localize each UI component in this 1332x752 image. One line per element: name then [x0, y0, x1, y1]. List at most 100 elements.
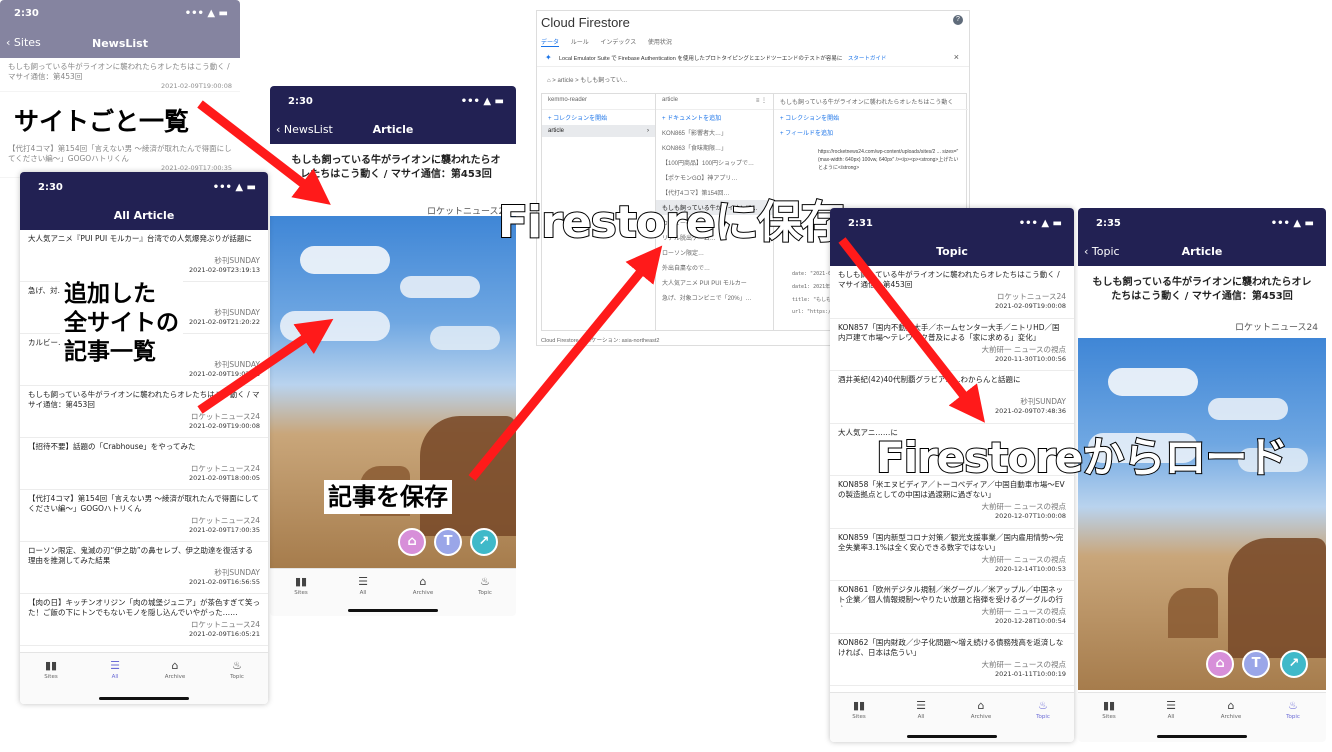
list-item[interactable]: KON862「国内財政／少子化問題〜増え続ける債務残高を返済しなければ、日本は危…: [830, 634, 1074, 686]
list-item[interactable]: ローソン限定、鬼滅の刃“伊之助”の鼻セレブ、伊之助達を復活する理由を推測してみた…: [20, 542, 268, 594]
tab-all[interactable]: ☰ All: [1146, 699, 1196, 720]
caption-firestore-save: Firestoreに保存: [497, 196, 846, 249]
document-item[interactable]: 【ポケモンGO】神アプリ…: [656, 170, 773, 185]
start-subcollection-button[interactable]: + コレクションを開始: [774, 110, 968, 125]
filter-icon[interactable]: ≡ ⋮: [756, 97, 767, 104]
item-source: 大前研一 ニュースの視点: [981, 554, 1066, 564]
nav-title: All Article: [113, 209, 175, 222]
home-indicator: [99, 697, 189, 700]
tab-archive[interactable]: ⌂ Archive: [150, 659, 200, 680]
status-icons: ••• ▲ ▬: [1018, 218, 1062, 229]
tab-label: All: [917, 714, 925, 720]
add-document-button[interactable]: + ドキュメントを追加: [656, 110, 773, 125]
text-button[interactable]: T: [434, 528, 462, 556]
list-item[interactable]: 【肉の日】キッチンオリジン「肉の城堡ジュニア」が茶色すぎて笑った！ご飯の下にトン…: [20, 594, 268, 646]
tab-indexes[interactable]: インデックス: [600, 40, 636, 46]
item-source: 大前研一 ニュースの視点: [981, 502, 1066, 511]
share-button[interactable]: ↗: [470, 528, 498, 556]
item-title: 大人気アニメ『PUI PUI モルカー』台湾での人気爆発ぶりが話題に: [28, 234, 252, 243]
item-title: もしも飼っている牛がライオンに襲われたらオレたちはこう動く / マサイ通信：第4…: [838, 270, 1060, 290]
list-item[interactable]: 酒井美紀(42)40代制覇グラビア……わからんと話題に 秒刊SUNDAY 2021-…: [830, 371, 1074, 424]
home-indicator: [348, 609, 438, 612]
tab-sites[interactable]: ▮▮ Sites: [1084, 699, 1134, 720]
tab-all[interactable]: ☰ All: [896, 699, 946, 720]
start-guide-link[interactable]: スタートガイド: [848, 56, 887, 62]
item-source: ロケットニュース24: [996, 292, 1066, 301]
location-footer: Cloud Firestore のロケーション: asia-northeast2: [541, 338, 660, 344]
list-item[interactable]: 【招待不要】話題の「Crabhouse」をやってみた ロケットニュース24 2021…: [20, 438, 268, 490]
tab-topic[interactable]: ♨ Topic: [1018, 699, 1068, 720]
books-icon: ▮▮: [294, 575, 308, 588]
collection-item-article[interactable]: article ›: [542, 125, 655, 137]
tab-label: All: [1167, 714, 1175, 720]
tab-topic[interactable]: ♨ Topic: [460, 575, 510, 596]
item-date: 2020-11-30T10:00:56: [995, 354, 1066, 363]
status-time: 2:30: [38, 182, 63, 193]
tab-label: All: [111, 674, 119, 680]
tab-rules[interactable]: ルール: [571, 40, 589, 46]
share-button[interactable]: ↗: [1280, 650, 1308, 678]
item-source: 大前研一 ニュースの視点: [981, 659, 1066, 669]
document-item[interactable]: 大人気アニメ PUI PUI モルカー: [656, 275, 773, 290]
flame-icon: ♨: [1288, 699, 1298, 712]
list-icon: ☰: [1166, 699, 1176, 712]
tab-data[interactable]: データ: [541, 40, 560, 47]
caption-line: 全サイトの: [64, 309, 179, 336]
navigation-bar: 2:30 ••• ▲ ▬ ‹ Sites NewsList: [0, 0, 240, 58]
tab-sites[interactable]: ▮▮ Sites: [276, 575, 326, 596]
document-item[interactable]: KON863「食味期限…」: [656, 140, 773, 155]
text-button[interactable]: T: [1242, 650, 1270, 678]
add-field-button[interactable]: + フィールドを追加: [774, 125, 968, 140]
document-item[interactable]: 急げ、対象コンビニで「20%」…: [656, 290, 773, 305]
list-item[interactable]: 【代打4コマ】第154回「言えない男 〜綾済が取れたんで得面にしてください編〜」…: [20, 490, 268, 542]
tab-label: Topic: [1036, 714, 1050, 720]
tab-label: Sites: [294, 590, 308, 596]
item-source: ロケットニュース24: [190, 516, 260, 525]
list-item[interactable]: 大人気アニメ『PUI PUI モルカー』台湾での人気爆発ぶりが話題に 秒刊SUND…: [20, 230, 268, 282]
item-date: 2021-02-09T16:05:21: [189, 630, 260, 639]
tab-archive[interactable]: ⌂ Archive: [398, 575, 448, 596]
tab-sites[interactable]: ▮▮ Sites: [834, 699, 884, 720]
column-header: article ≡ ⋮: [656, 94, 773, 110]
close-icon[interactable]: ×: [954, 52, 959, 62]
tab-topic[interactable]: ♨ Topic: [212, 659, 262, 680]
start-collection-button[interactable]: + コレクションを開始: [542, 110, 655, 125]
tab-usage[interactable]: 使用状況: [648, 40, 672, 46]
tab-archive[interactable]: ⌂ Archive: [956, 699, 1006, 720]
item-date: 2021-02-09T23:19:13: [189, 266, 260, 275]
chevron-right-icon: ›: [647, 128, 649, 134]
list-item[interactable]: KON859「国内新型コロナ対策／観光支援事業／国内雇用情勢〜完全失業率3.1%…: [830, 529, 1074, 581]
tab-all[interactable]: ☰ All: [90, 659, 140, 680]
list-item[interactable]: もしも飼っている牛がライオンに襲われたらオレたちはこう動く / マサイ通信：第4…: [830, 266, 1074, 319]
tab-label: Archive: [164, 674, 186, 680]
tab-archive[interactable]: ⌂ Archive: [1206, 699, 1256, 720]
column-header: kemmo-reader: [542, 94, 655, 110]
breadcrumb: ⌂ > article > もしも飼ってい...: [547, 78, 628, 84]
navigation-bar: 2:30 ••• ▲ ▬ ‹ NewsList Article: [270, 86, 516, 144]
status-time: 2:30: [14, 8, 39, 19]
list-item[interactable]: もしも飼っている牛がライオンに襲われたらオレたちはこう動く / マサイ通信：第4…: [20, 386, 268, 438]
tab-sites[interactable]: ▮▮ Sites: [26, 659, 76, 680]
item-title: 【招待不要】話題の「Crabhouse」をやってみた: [28, 442, 196, 451]
tab-topic[interactable]: ♨ Topic: [1268, 699, 1318, 720]
tray-icon: ⌂: [1227, 699, 1235, 712]
button-label: コレクションを開始: [785, 116, 840, 122]
flame-icon: ♨: [1038, 699, 1048, 712]
item-date: 2021-02-09T07:48:36: [995, 407, 1066, 416]
flame-icon: ♨: [480, 575, 490, 588]
document-item[interactable]: 【100円商品】100円ショップで…: [656, 155, 773, 170]
article-photo: [1078, 338, 1326, 690]
list-icon: ☰: [916, 699, 926, 712]
item-title: KON857「国内不動産大手／ホームセンター大手／ニトリHD／国内戸建て市場〜テ…: [838, 322, 1060, 342]
document-item[interactable]: 外出自粛なので…: [656, 260, 773, 275]
tab-label: Archive: [412, 590, 434, 596]
archive-button[interactable]: ⌂: [398, 528, 426, 556]
tab-all[interactable]: ☰ All: [338, 575, 388, 596]
document-item[interactable]: KON865「影響者大…」: [656, 125, 773, 140]
help-icon[interactable]: ?: [953, 15, 963, 25]
tab-label: Sites: [1102, 714, 1116, 720]
archive-button[interactable]: ⌂: [1206, 650, 1234, 678]
list-item[interactable]: もしも飼っている牛がライオンに襲われたらオレたちはこう動く / マサイ通信：第4…: [0, 58, 240, 92]
list-item[interactable]: KON861「欧州デジタル規制／米グーグル／米アップル／中国ネット企業／個人情報…: [830, 581, 1074, 634]
list-item[interactable]: KON857「国内不動産大手／ホームセンター大手／ニトリHD／国内戸建て市場〜テ…: [830, 319, 1074, 371]
